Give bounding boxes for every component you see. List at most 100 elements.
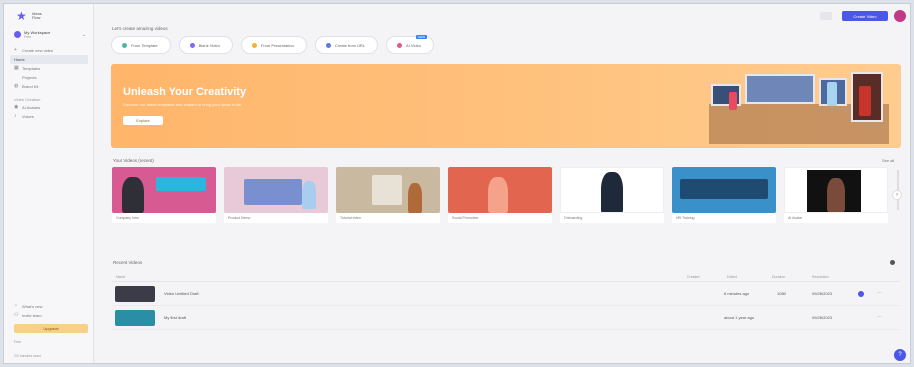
thumbnail-graphic [244, 179, 302, 205]
create-video-button[interactable]: Create Video [842, 11, 888, 21]
avatar-figure [601, 172, 623, 212]
column-header[interactable]: Name [116, 275, 125, 279]
sidebar-item-label: What's new [22, 304, 43, 309]
sidebar-item-label: Invite team [22, 313, 42, 318]
row-date: 09/28/2023 [812, 291, 833, 296]
sidebar-item-whats-new[interactable]: ◔ What's new [4, 302, 93, 311]
sidebar-item-label: AI Avatars [22, 105, 41, 110]
recent-videos-title: Recent Videos [113, 260, 143, 265]
row-resolution: 1080 [777, 291, 786, 296]
video-caption: Tutorial video [336, 213, 440, 223]
sidebar-item-label: Voices [22, 114, 34, 119]
app-window: ★ Ideas Flow My Workspace Free ⌄ + Creat… [3, 3, 911, 364]
video-caption: Product Demo [224, 213, 328, 223]
sidebar-item-brand-kit[interactable]: ◍ Brand Kit [4, 82, 93, 91]
filter-icon[interactable] [890, 260, 895, 265]
sidebar-item-templates[interactable]: ▦ Templates [4, 64, 93, 73]
more-icon[interactable]: ⋯ [877, 290, 882, 296]
sidebar-bottom-nav: ◔ What's new ⚇ Invite team [4, 302, 93, 320]
new-badge: NEW [416, 35, 428, 39]
pill-label: Create from URL [334, 42, 366, 48]
table-row[interactable]: Video Untitled Draft 6 minutes ago 1080 … [112, 282, 900, 306]
banner-illustration [709, 72, 889, 144]
create-options: From Template Blank Video From Presentat… [111, 35, 435, 54]
palette-icon: ◍ [14, 83, 19, 89]
avatar-figure [827, 178, 845, 212]
video-caption: Onboarding [560, 213, 664, 223]
plan-label: Free [14, 340, 22, 344]
column-header[interactable]: Edited [727, 275, 737, 279]
chevron-right-icon[interactable]: › [892, 190, 902, 200]
plus-icon: + [14, 47, 17, 53]
create-from-presentation[interactable]: From Presentation [240, 36, 307, 54]
sidebar-item-label: Projects [22, 75, 37, 80]
video-card[interactable]: Product Demo [224, 167, 328, 223]
row-edited: 6 minutes ago [724, 291, 750, 296]
user-avatar[interactable] [894, 10, 906, 22]
row-name: Video Untitled Draft [164, 291, 199, 296]
sidebar-item-label: Brand Kit [22, 84, 39, 89]
sidebar-item-create[interactable]: + Create new video [4, 46, 93, 55]
video-thumbnail [336, 167, 440, 213]
video-card[interactable]: HR Training [672, 167, 776, 223]
video-card[interactable]: Onboarding [560, 167, 664, 223]
video-thumbnail [672, 167, 776, 213]
column-header[interactable]: Resolution [812, 275, 829, 279]
sidebar-section-label: Video Creation [14, 96, 41, 102]
share-icon[interactable] [858, 291, 864, 297]
column-header[interactable]: Duration [772, 275, 785, 279]
sidebar-item-home[interactable]: Home [10, 55, 88, 64]
more-icon[interactable]: ⋯ [877, 314, 882, 320]
avatar-figure [827, 82, 837, 106]
thumbnail-graphic [680, 179, 768, 199]
template-icon [122, 42, 127, 48]
star-logo-icon: ★ [16, 9, 27, 23]
bell-icon: ◔ [14, 303, 18, 309]
pill-label: From Presentation [260, 42, 294, 48]
video-card[interactable]: Company Intro [112, 167, 216, 223]
pill-label: AI Video [406, 42, 422, 48]
thumbnail-graphic [372, 175, 402, 205]
avatar-figure [302, 181, 316, 209]
create-from-url[interactable]: Create from URL [314, 36, 379, 54]
see-all-link[interactable]: See all [882, 158, 894, 163]
sidebar-item-projects[interactable]: Projects [4, 73, 93, 82]
create-blank-video[interactable]: Blank Video [178, 36, 233, 54]
sidebar-item-voices[interactable]: ♪ Voices [4, 112, 93, 121]
pill-label: Blank Video [198, 42, 220, 48]
table-header: Name Created Edited Duration Resolution [112, 272, 900, 282]
sidebar-item-invite[interactable]: ⚇ Invite team [4, 311, 93, 320]
recent-videos-table: Name Created Edited Duration Resolution … [112, 272, 900, 330]
video-caption: Company Intro [112, 213, 216, 223]
link-icon [325, 42, 331, 48]
column-header[interactable]: Created [687, 275, 699, 279]
topbar-upgrade-chip[interactable] [820, 12, 832, 20]
person-icon: ◉ [14, 104, 19, 110]
banner-button-label: Explore [136, 118, 150, 123]
sidebar-item-avatars[interactable]: ◉ AI Avatars [4, 103, 93, 112]
usage-label: 2/3 minutes used [14, 354, 41, 358]
create-ai-video[interactable]: AI Video NEW [386, 35, 435, 54]
row-name: My first draft [164, 315, 187, 320]
workspace-switcher[interactable]: My Workspace Free [14, 30, 50, 39]
chevron-down-icon[interactable]: ⌄ [82, 32, 86, 38]
row-date: 09/28/2023 [812, 315, 833, 320]
create-from-template[interactable]: From Template [111, 36, 171, 54]
sidebar-item-label: Templates [22, 66, 41, 71]
video-card[interactable]: AI Avatar [784, 167, 888, 223]
workspace-plan: Free [24, 35, 32, 39]
video-thumbnail [784, 167, 888, 213]
video-card[interactable]: Social Promotion [448, 167, 552, 223]
video-thumbnail [560, 167, 664, 213]
avatar-figure [859, 86, 871, 116]
create-video-label: Create Video [853, 13, 877, 19]
chat-help-icon[interactable]: ? [894, 349, 906, 361]
video-thumbnail [448, 167, 552, 213]
banner-title: Unleash Your Creativity [123, 86, 247, 98]
video-card[interactable]: Tutorial video [336, 167, 440, 223]
table-row[interactable]: My first draft about 1 year ago 09/28/20… [112, 306, 900, 330]
app-logo[interactable]: ★ Ideas Flow [16, 10, 44, 22]
screen-graphic [745, 74, 815, 104]
upgrade-button[interactable]: Upgrade [14, 324, 88, 333]
banner-button[interactable]: Explore [123, 116, 163, 125]
